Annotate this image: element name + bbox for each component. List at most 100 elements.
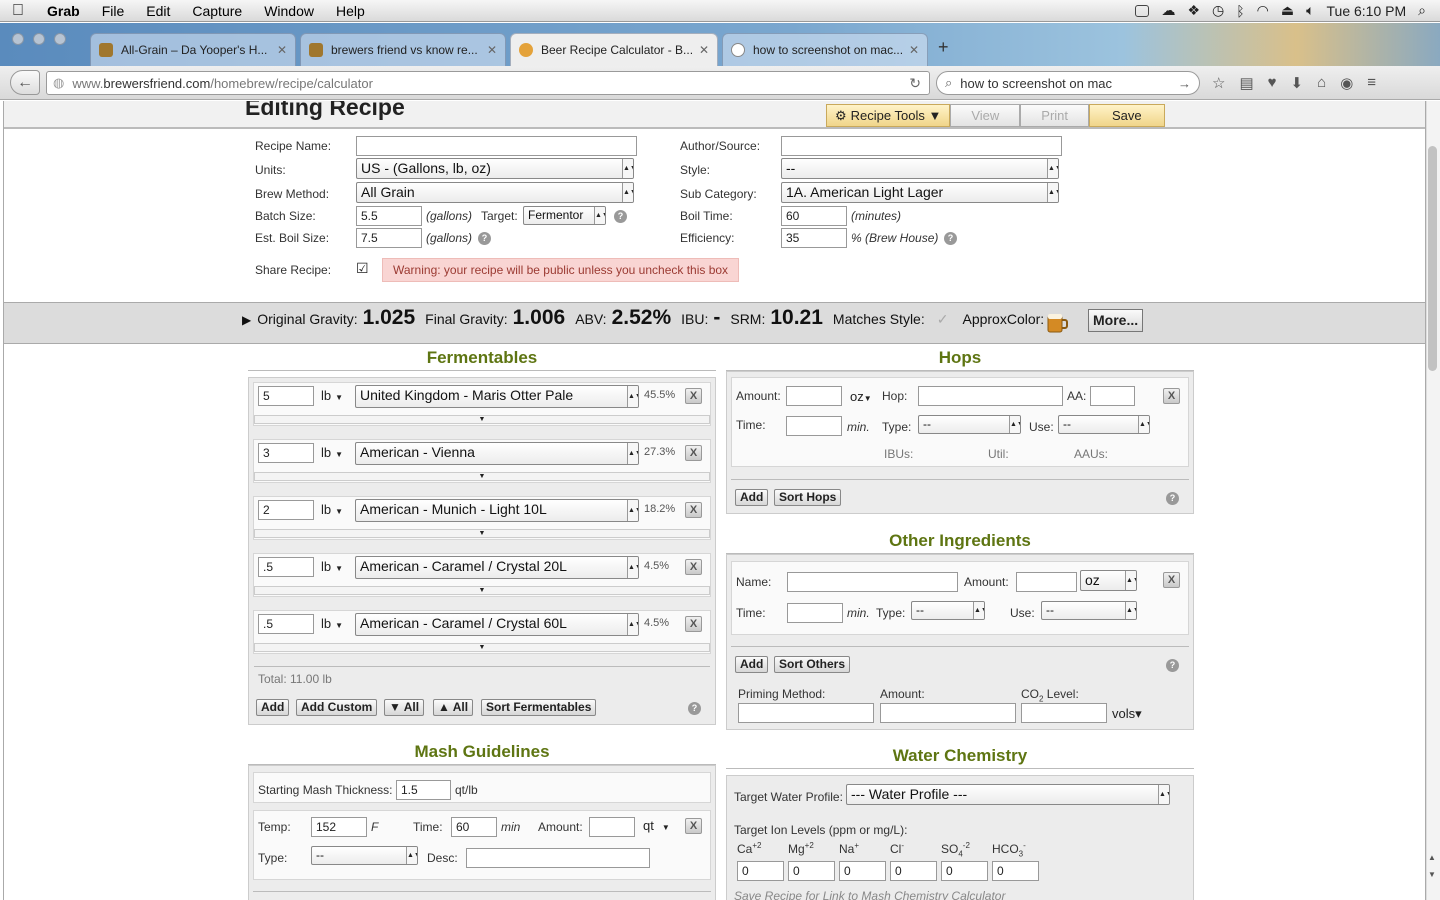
remove-fermentable-button[interactable]: X xyxy=(685,502,702,518)
spotlight-search-icon[interactable]: ⌕ xyxy=(1418,2,1426,19)
add-other-button[interactable]: Add xyxy=(735,656,769,673)
fermentable-unit-select[interactable]: lb ▼ xyxy=(321,616,343,631)
help-icon[interactable]: ? xyxy=(614,210,627,223)
ion-level-input[interactable] xyxy=(737,861,784,881)
fermentable-amount-input[interactable] xyxy=(258,386,314,406)
other-unit-select[interactable]: oz ▲▼ xyxy=(1080,570,1137,591)
target-select[interactable]: Fermentor ▲▼ xyxy=(523,206,606,225)
ion-level-input[interactable] xyxy=(839,861,886,881)
reload-icon[interactable]: ↻ xyxy=(909,75,929,92)
save-button[interactable]: Save xyxy=(1089,104,1165,127)
other-type-select[interactable]: -- ▲▼ xyxy=(911,601,985,620)
fermentable-amount-input[interactable] xyxy=(258,443,314,463)
hop-use-select[interactable]: -- ▲▼ xyxy=(1058,415,1150,434)
more-button[interactable]: More... xyxy=(1088,309,1144,332)
hop-name-input[interactable] xyxy=(918,386,1063,406)
help-icon[interactable]: ? xyxy=(478,232,491,245)
zoom-window-button[interactable] xyxy=(54,33,66,45)
expand-row-toggle[interactable]: ▼ xyxy=(254,415,710,424)
dropbox-icon[interactable]: ❖ xyxy=(1187,2,1200,19)
expand-row-toggle[interactable]: ▼ xyxy=(254,586,710,595)
mash-desc-input[interactable] xyxy=(466,848,650,868)
menu-help[interactable]: Help xyxy=(325,3,376,19)
status-app-icon[interactable] xyxy=(1135,4,1150,17)
browser-tab[interactable]: brewers friend vs know re... ✕ xyxy=(300,33,506,66)
ion-level-input[interactable] xyxy=(992,861,1039,881)
fermentable-grain-select[interactable]: United Kingdom - Maris Otter Pale ▲▼ xyxy=(355,385,639,408)
menu-app-grab[interactable]: Grab xyxy=(36,3,91,19)
reading-list-icon[interactable]: ▤ xyxy=(1239,74,1253,92)
fermentable-amount-input[interactable] xyxy=(258,614,314,634)
fermentable-unit-select[interactable]: lb ▼ xyxy=(321,445,343,460)
expand-triangle-icon[interactable]: ▶ xyxy=(242,313,251,327)
subcategory-select[interactable]: 1A. American Light Lager ▲▼ xyxy=(781,182,1059,203)
units-select[interactable]: US - (Gallons, lb, oz) ▲▼ xyxy=(356,158,634,179)
remove-other-button[interactable]: X xyxy=(1163,572,1180,588)
remove-mash-step-button[interactable]: X xyxy=(685,818,702,834)
scroll-down-icon[interactable]: ▼ xyxy=(1428,870,1436,879)
menu-capture[interactable]: Capture xyxy=(181,3,253,19)
style-select[interactable]: -- ▲▼ xyxy=(781,158,1059,179)
close-tab-icon[interactable]: ✕ xyxy=(487,43,497,57)
menubar-clock[interactable]: Tue 6:10 PM xyxy=(1327,3,1407,19)
hop-aa-input[interactable] xyxy=(1090,386,1135,406)
fermentable-unit-select[interactable]: lb ▼ xyxy=(321,559,343,574)
brew-method-select[interactable]: All Grain ▲▼ xyxy=(356,182,634,203)
expand-all-button[interactable]: ▼ All xyxy=(384,699,425,716)
help-icon[interactable]: ? xyxy=(1166,492,1179,505)
site-identity-icon[interactable]: ◍ xyxy=(53,75,64,91)
efficiency-input[interactable] xyxy=(781,228,847,248)
fermentable-grain-select[interactable]: American - Vienna ▲▼ xyxy=(355,442,639,465)
home-icon[interactable]: ⌂ xyxy=(1317,74,1326,92)
fermentable-unit-select[interactable]: lb ▼ xyxy=(321,502,343,517)
co2-level-input[interactable] xyxy=(1021,703,1107,723)
help-icon[interactable]: ? xyxy=(1166,659,1179,672)
ion-level-input[interactable] xyxy=(788,861,835,881)
bookmark-star-icon[interactable]: ☆ xyxy=(1212,74,1225,92)
fermentable-grain-select[interactable]: American - Caramel / Crystal 60L ▲▼ xyxy=(355,613,639,636)
fermentable-unit-select[interactable]: lb ▼ xyxy=(321,388,343,403)
batch-size-input[interactable] xyxy=(356,206,422,226)
volume-icon[interactable]: 🔈︎ xyxy=(1306,2,1314,19)
remove-hop-button[interactable]: X xyxy=(1163,388,1180,404)
author-input[interactable] xyxy=(781,136,1062,156)
expand-row-toggle[interactable]: ▼ xyxy=(254,472,710,481)
priming-method-input[interactable] xyxy=(738,703,874,723)
help-icon[interactable]: ? xyxy=(944,232,957,245)
mash-time-input[interactable] xyxy=(451,817,497,837)
browser-tab[interactable]: All-Grain – Da Yooper's H... ✕ xyxy=(90,33,296,66)
hop-time-input[interactable] xyxy=(786,416,842,436)
scroll-up-icon[interactable]: ▲ xyxy=(1428,853,1436,862)
fermentable-amount-input[interactable] xyxy=(258,500,314,520)
menu-window[interactable]: Window xyxy=(253,3,325,19)
add-custom-button[interactable]: Add Custom xyxy=(296,699,378,716)
recipe-tools-button[interactable]: ⚙ Recipe Tools ▼ xyxy=(826,104,951,127)
view-button[interactable]: View xyxy=(950,104,1021,127)
time-machine-icon[interactable]: ◷ xyxy=(1212,2,1224,19)
search-bar[interactable]: ⌕ how to screenshot on mac → xyxy=(936,71,1200,95)
mash-amount-unit-select[interactable]: qt ▼ xyxy=(643,818,670,833)
boil-time-input[interactable] xyxy=(781,206,847,226)
hop-amount-input[interactable] xyxy=(786,386,842,406)
mash-amount-input[interactable] xyxy=(589,817,635,837)
mash-thickness-input[interactable] xyxy=(396,780,451,800)
close-window-button[interactable] xyxy=(12,33,24,45)
bluetooth-icon[interactable]: ᛒ xyxy=(1236,3,1244,19)
eject-icon[interactable]: ⏏ xyxy=(1281,2,1294,19)
ion-level-input[interactable] xyxy=(890,861,937,881)
fermentable-grain-select[interactable]: American - Caramel / Crystal 20L ▲▼ xyxy=(355,556,639,579)
other-use-select[interactable]: -- ▲▼ xyxy=(1041,601,1137,620)
ion-level-input[interactable] xyxy=(941,861,988,881)
sort-hops-button[interactable]: Sort Hops xyxy=(774,489,842,506)
add-hop-button[interactable]: Add xyxy=(735,489,769,506)
chat-icon[interactable]: ◉ xyxy=(1340,74,1353,92)
browser-tab-active[interactable]: Beer Recipe Calculator - B... ✕ xyxy=(510,33,718,66)
new-tab-icon[interactable]: + xyxy=(938,37,949,58)
wifi-icon[interactable]: ◠ xyxy=(1257,2,1269,19)
help-icon[interactable]: ? xyxy=(688,702,701,715)
other-name-input[interactable] xyxy=(787,572,958,592)
hop-unit-select[interactable]: oz▼ xyxy=(850,389,872,404)
menu-icon[interactable]: ≡ xyxy=(1367,74,1376,92)
water-profile-select[interactable]: --- Water Profile --- ▲▼ xyxy=(846,784,1170,805)
close-tab-icon[interactable]: ✕ xyxy=(909,43,919,57)
